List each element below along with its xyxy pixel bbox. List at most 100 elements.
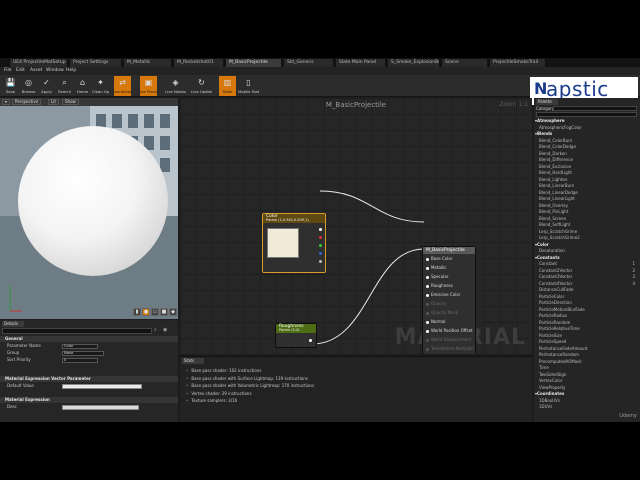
group-label: Group (7, 350, 20, 355)
material-pin[interactable]: Opacity (426, 301, 446, 306)
search-icon[interactable]: ⌕ (154, 327, 157, 333)
document-tab[interactable]: Skt_Generic (284, 59, 334, 67)
live-nodes-button[interactable]: ◈ Live Nodes (165, 76, 186, 96)
search-button[interactable]: ⌕ Search (56, 76, 73, 96)
group-dropdown[interactable]: None (62, 351, 104, 356)
clean-up-button[interactable]: ✦ Clean Up (92, 76, 109, 96)
document-tab[interactable]: M_BasicProjectile (226, 59, 282, 67)
save-button[interactable]: 💾 Save (2, 76, 19, 96)
palette-item-label: TwoSidedSign (539, 371, 567, 377)
document-tab[interactable]: Slate Main Panel (336, 59, 386, 67)
mobile-stats-button[interactable]: ▯ Mobile Stats (238, 76, 259, 96)
material-graph[interactable]: M_BasicProjectile Zoom 1:1 MATERIAL Colo… (180, 98, 532, 354)
material-result-node[interactable]: M_BasicProjectile Base Color Metallic Spec… (422, 246, 476, 354)
apply-button[interactable]: ✓ Apply (38, 76, 55, 96)
material-pin[interactable]: World Displacement (426, 337, 471, 342)
material-pin[interactable]: Specular (426, 274, 448, 279)
palette-item-label: AtmosphericFogColor (539, 124, 582, 130)
material-pin[interactable]: Opacity Mask (426, 310, 458, 315)
material-pin[interactable]: Metallic (426, 265, 446, 270)
default-value-color-bar[interactable] (62, 384, 142, 389)
pin-dot (426, 293, 429, 297)
roughness-output-pin[interactable] (309, 338, 314, 344)
teapot-icon[interactable]: ◆ (169, 308, 177, 316)
sphere-icon[interactable]: ● (142, 308, 150, 316)
pin-dot (426, 275, 429, 279)
category-dropdown[interactable] (553, 106, 637, 111)
browse-button[interactable]: ◎ Browse (20, 76, 37, 96)
section-material-expression[interactable]: Material Expression (0, 397, 178, 403)
details-tab[interactable]: Details (2, 321, 24, 327)
material-pin[interactable]: Tessellation Multiplier (426, 346, 474, 351)
pin-dot (426, 347, 429, 351)
document-tab[interactable]: Scene (442, 59, 488, 67)
pin-dot (426, 311, 429, 315)
roughness-parameter-node[interactable]: Roughness Param (0.4) (275, 323, 317, 348)
material-pin[interactable]: Emissive Color (426, 292, 460, 297)
palette-item-label: Blend_LinearLight (539, 196, 575, 201)
parameter-name-field[interactable]: Color (62, 344, 98, 349)
palette-item-label: Lerp_ScratchGrime (539, 228, 578, 234)
viewport-shape-buttons: ▮ ● ▭ ■ ◆ (133, 306, 178, 318)
palette-search-input[interactable] (536, 112, 637, 117)
palette-item-label: Blend_Darken (539, 150, 567, 156)
palette-tab[interactable]: Palette (536, 99, 558, 105)
palette-item-label: Constant (539, 261, 557, 266)
live-update-button[interactable]: ↻ Live Update (191, 76, 212, 96)
section-vector-parameter[interactable]: Material Expression Vector Parameter (0, 376, 178, 382)
document-tab[interactable]: M_Rocketshot01 (174, 59, 224, 67)
palette-item-label: Blend_PinLight (539, 209, 569, 214)
preview-sphere (18, 126, 168, 276)
eye-icon[interactable]: ◉ (163, 327, 167, 333)
desc-field[interactable] (62, 405, 139, 410)
color-node-header: Color Param (1,0.941,0.839,1) (263, 214, 325, 223)
palette-item-label: Blend_HardLight (539, 170, 572, 175)
connectors-button[interactable]: ⇄ Connectors (112, 76, 133, 96)
preview-viewport[interactable]: ▾ Perspective Lit Show ▮ ● ▭ ■ ◆ (0, 98, 178, 319)
plane-icon[interactable]: ▭ (151, 308, 159, 316)
document-tab[interactable]: ProjectileSmokeTrail (490, 59, 546, 67)
menu-help[interactable]: Help (66, 67, 76, 75)
color-output-b[interactable] (319, 251, 324, 257)
cube-icon[interactable]: ■ (160, 308, 168, 316)
menu-asset[interactable]: Asset (30, 67, 42, 75)
live-preview-button[interactable]: ▣ Live Preview (138, 76, 159, 96)
color-output-a[interactable] (319, 259, 324, 265)
menu-edit[interactable]: Edit (16, 67, 25, 75)
material-pin[interactable]: Normal (426, 319, 445, 324)
toolbar: N apstic E-learning Program 💾Save◎Browse… (0, 75, 640, 105)
document-tab[interactable]: S_Smoke_ExplosionBurst (388, 59, 440, 67)
document-tab[interactable]: Project Settings (70, 59, 122, 67)
menu-window[interactable]: Window (46, 67, 64, 75)
pin-label: Specular (431, 274, 449, 279)
sort-priority-field[interactable]: 0 (62, 358, 98, 363)
toolbar-label: Connectors (112, 89, 133, 94)
apply-icon: ✓ (43, 78, 50, 87)
material-pin[interactable]: Roughness (426, 283, 453, 288)
section-general[interactable]: General (0, 336, 178, 342)
color-parameter-node[interactable]: Color Param (1,0.941,0.839,1) (262, 213, 326, 273)
lit-button[interactable]: Lit (48, 99, 59, 105)
menu-file[interactable]: File (4, 67, 12, 75)
viewport-options-button[interactable]: ▾ (2, 99, 11, 105)
document-tab[interactable]: M_Metallic (124, 59, 172, 67)
color-output-rgb[interactable] (319, 227, 324, 233)
color-output-r[interactable] (319, 235, 324, 241)
cylinder-icon[interactable]: ▮ (133, 308, 141, 316)
stats-tab[interactable]: Stats (182, 358, 204, 364)
color-output-g[interactable] (319, 243, 324, 249)
details-search-input[interactable] (2, 328, 152, 334)
stat-line: Base pass shader with Surface Lightmap: … (186, 375, 314, 383)
pin-dot (426, 257, 429, 261)
palette-item-label: Constant3Vector (539, 274, 573, 279)
pin-label: Base Color (431, 256, 453, 261)
material-pin[interactable]: Base Color (426, 256, 452, 261)
document-tab[interactable]: UE4 ProjectileMatSetup (10, 59, 68, 67)
show-button[interactable]: Show (62, 99, 79, 105)
stats-button[interactable]: ▥ Stats (219, 76, 236, 96)
home-button[interactable]: ⌂ Home (74, 76, 91, 96)
stats-list: Base pass shader: 102 instructionsBase p… (186, 367, 314, 405)
material-pin[interactable]: World Position Offset (426, 328, 473, 333)
perspective-button[interactable]: Perspective (12, 99, 42, 105)
palette-item[interactable]: 1DUVs (534, 404, 640, 411)
